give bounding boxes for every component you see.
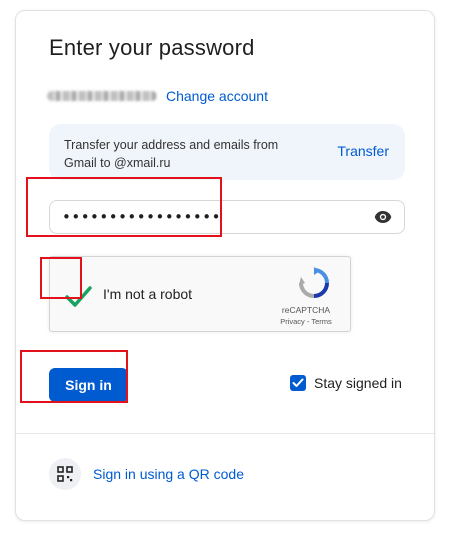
- blurred-account-email: [47, 91, 157, 101]
- qr-signin-label: Sign in using a QR code: [93, 466, 244, 482]
- eye-icon[interactable]: [374, 210, 392, 224]
- recaptcha-logo-icon: [299, 267, 329, 298]
- qr-icon-container: [49, 458, 81, 490]
- password-highlight-box: [26, 177, 222, 237]
- divider: [16, 433, 434, 434]
- transfer-banner: Transfer your address and emails from Gm…: [49, 124, 405, 180]
- check-icon: [292, 378, 304, 387]
- stay-signed-in-checkbox[interactable]: [290, 375, 306, 391]
- transfer-text: Transfer your address and emails from Gm…: [64, 138, 279, 170]
- captcha-highlight-box: [40, 257, 82, 299]
- stay-signed-in-label[interactable]: Stay signed in: [314, 375, 402, 391]
- account-row: Change account: [47, 87, 268, 105]
- page-title: Enter your password: [49, 35, 255, 60]
- qr-signin-link[interactable]: Sign in using a QR code: [49, 458, 244, 490]
- captcha-label: I'm not a robot: [103, 286, 193, 302]
- change-account-link[interactable]: Change account: [166, 88, 268, 104]
- stay-signed-in-row: Stay signed in: [290, 375, 402, 391]
- transfer-link[interactable]: Transfer: [337, 143, 389, 159]
- signin-highlight-box: [20, 350, 128, 403]
- qr-code-icon: [57, 466, 73, 482]
- recaptcha-privacy-terms[interactable]: Privacy - Terms: [268, 317, 344, 326]
- recaptcha-brand: reCAPTCHA: [281, 305, 331, 315]
- recaptcha-widget: I'm not a robot reCAPTCHA Privacy - Term…: [49, 256, 351, 332]
